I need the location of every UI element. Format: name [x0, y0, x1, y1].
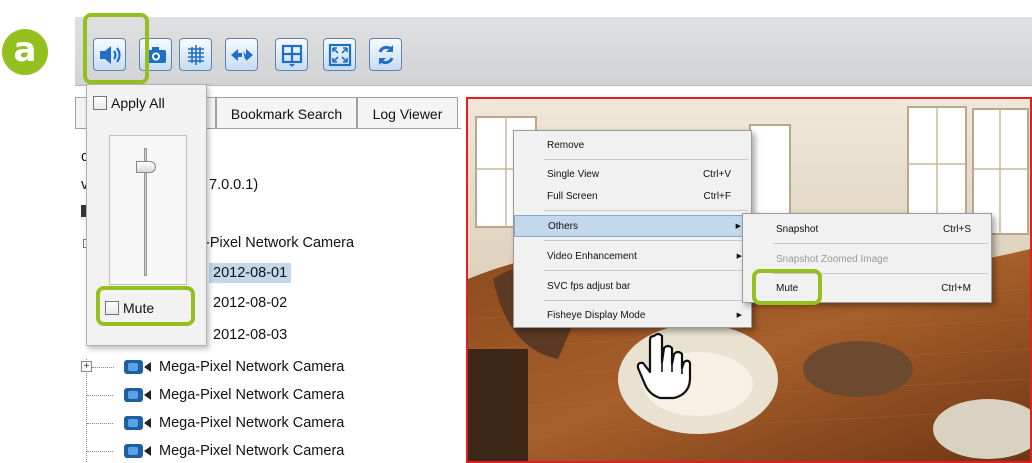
tree-line	[86, 359, 87, 463]
camera-icon	[124, 416, 151, 430]
tree-item-camera[interactable]: Mega-Pixel Network Camera	[87, 415, 344, 431]
tree-item-camera[interactable]: Mega-Pixel Network Camera	[87, 443, 344, 459]
menu-item-video-enhancement[interactable]: Video Enhancement ▶	[514, 245, 751, 267]
fullscreen-icon	[328, 43, 351, 66]
menu-item-svc-fps[interactable]: SVC fps adjust bar	[514, 275, 751, 297]
layout-grid-icon	[281, 44, 302, 67]
tree-item-ip[interactable]: 7.0.0.1)	[209, 177, 258, 193]
menu-item-fisheye[interactable]: Fisheye Display Mode ▶	[514, 304, 751, 326]
menu-item-snapshot[interactable]: Snapshot Ctrl+S	[743, 218, 991, 240]
menu-item-others[interactable]: Others ▶	[514, 215, 751, 237]
tab-log-viewer[interactable]: Log Viewer	[357, 97, 458, 129]
audio-button-highlight	[83, 13, 149, 84]
ptz-icon	[230, 48, 253, 61]
tab-bookmark-search[interactable]: Bookmark Search	[216, 97, 357, 129]
camera-icon	[124, 360, 151, 374]
submenu-arrow-icon: ▶	[735, 223, 741, 230]
camera-icon	[124, 388, 151, 402]
fullscreen-button[interactable]	[323, 38, 356, 71]
video-context-menu: Remove Single View Ctrl+V Full Screen Ctrl…	[513, 130, 752, 328]
hand-cursor-icon	[636, 332, 692, 400]
callout-a-badge: a	[2, 29, 48, 75]
video-enhance-icon	[187, 44, 204, 65]
tree-item-date[interactable]: 2012-08-03	[213, 327, 287, 343]
menu-item-full-screen[interactable]: Full Screen Ctrl+F	[514, 185, 751, 207]
enhance-button[interactable]	[179, 38, 212, 71]
menu-item-single-view[interactable]: Single View Ctrl+V	[514, 163, 751, 185]
tree-item-camera[interactable]: Mega-Pixel Network Camera	[87, 387, 344, 403]
volume-thumb[interactable]	[136, 161, 156, 174]
expand-icon: +	[81, 361, 92, 372]
menu-item-remove[interactable]: Remove	[514, 134, 751, 156]
volume-slider-panel	[109, 135, 187, 285]
submenu-mute-highlight	[752, 269, 822, 305]
tree-item-date-selected[interactable]: 2012-08-01	[209, 263, 292, 283]
toolbar	[75, 17, 1032, 86]
apply-all-option[interactable]: Apply All	[93, 95, 165, 111]
apply-all-checkbox[interactable]	[93, 96, 107, 110]
refresh-icon	[378, 44, 393, 65]
layout-button[interactable]	[275, 38, 308, 71]
ptz-button[interactable]	[225, 38, 258, 71]
camera-icon	[124, 444, 151, 458]
video-view[interactable]: Remove Single View Ctrl+V Full Screen Ctrl…	[466, 97, 1032, 463]
tree-item-camera[interactable]: Mega-Pixel Network Camera	[92, 359, 344, 375]
tree-item-camera[interactable]: -Pixel Network Camera	[205, 235, 354, 251]
submenu-arrow-icon: ▶	[736, 312, 742, 319]
refresh-button[interactable]	[369, 38, 402, 71]
mute-highlight	[96, 286, 195, 326]
menu-item-snapshot-zoomed[interactable]: Snapshot Zoomed Image	[743, 248, 991, 270]
tree-item-date[interactable]: 2012-08-02	[213, 295, 287, 311]
